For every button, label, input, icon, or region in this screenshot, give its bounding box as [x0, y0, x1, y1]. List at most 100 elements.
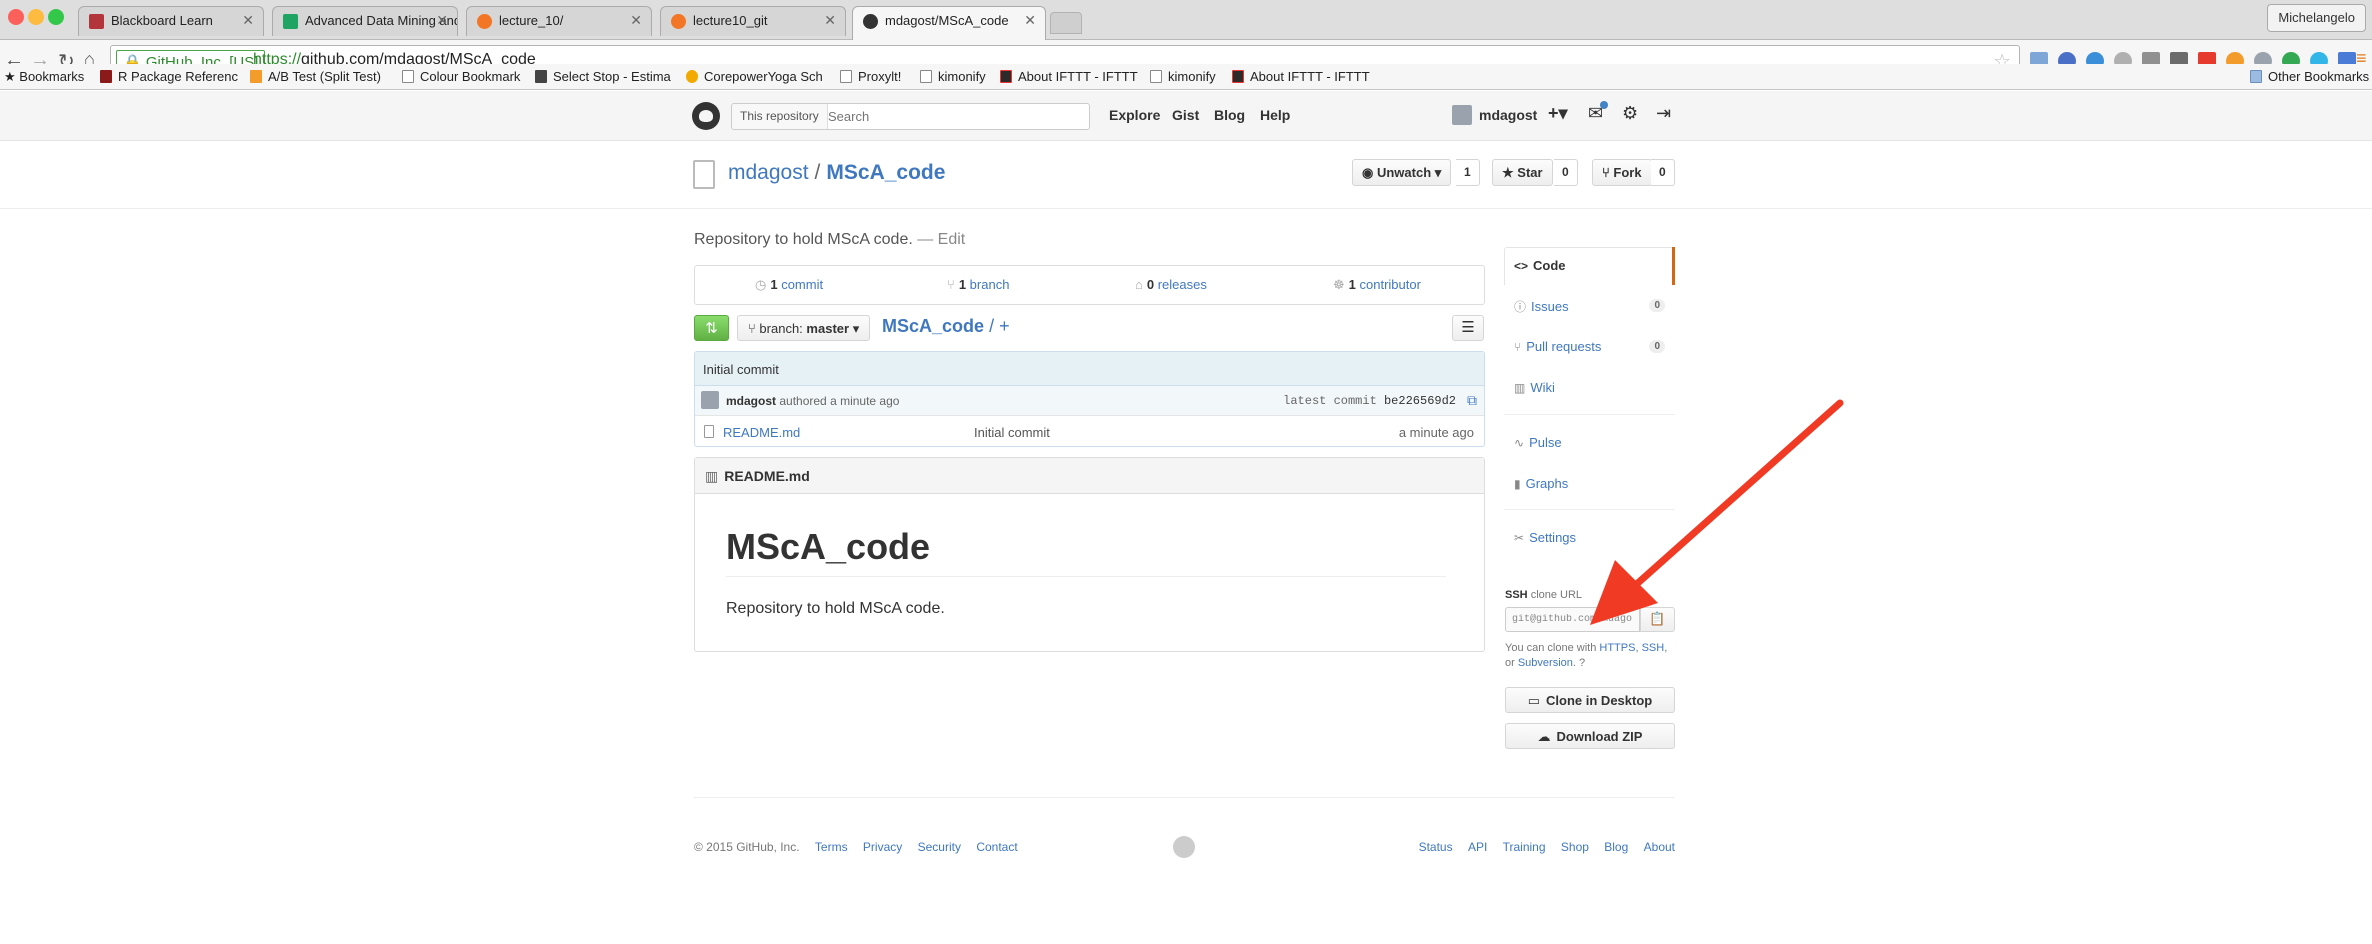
sidebar-item-issues[interactable]: ⓘ Issues 0	[1504, 287, 1675, 325]
bookmark-item[interactable]: R Package Referenc	[100, 69, 238, 84]
compare-button[interactable]: ⇅	[694, 315, 729, 341]
close-window-button[interactable]	[8, 9, 24, 25]
plus-icon[interactable]: +▾	[1548, 103, 1568, 124]
notifications-icon[interactable]: ✉	[1588, 101, 1608, 124]
footer-link-about[interactable]: About	[1644, 840, 1675, 854]
download-zip-button[interactable]: ☁ Download ZIP	[1505, 723, 1675, 749]
pull-request-icon: ⑂	[1514, 340, 1522, 354]
toggle-list-button[interactable]: ☰	[1452, 315, 1484, 341]
bookmark-item[interactable]: ★ Bookmarks	[4, 69, 84, 85]
star-button[interactable]: ★ Star	[1492, 159, 1553, 186]
browser-tab[interactable]: Blackboard Learn ✕	[78, 6, 264, 36]
search-box[interactable]: This repository	[731, 103, 1090, 130]
commits-link[interactable]: ◷ 1 commit	[755, 277, 823, 293]
profile-button[interactable]: Michelangelo	[2267, 4, 2366, 32]
footer-link-shop[interactable]: Shop	[1561, 840, 1589, 854]
branch-select-button[interactable]: ⑂ branch: master ▾	[737, 315, 871, 341]
commit-author-name[interactable]: mdagost	[726, 394, 776, 408]
fork-button[interactable]: ⑂ Fork	[1592, 159, 1652, 186]
bookmark-label: About IFTTT - IFTTT	[1018, 69, 1138, 84]
commit-sha-link[interactable]: be226569d2	[1384, 394, 1456, 408]
bookmark-item[interactable]: Colour Bookmark	[402, 69, 520, 84]
bookmark-item[interactable]: Proxylt!	[840, 69, 901, 84]
commit-title[interactable]: Initial commit	[695, 352, 1484, 386]
clone-help-text: You can clone with HTTPS, SSH, or Subver…	[1505, 642, 1668, 669]
clone-in-desktop-button[interactable]: ▭ Clone in Desktop	[1505, 687, 1675, 713]
nav-gist[interactable]: Gist	[1172, 107, 1199, 123]
settings-icon[interactable]: ⚙	[1622, 103, 1638, 124]
footer-link-privacy[interactable]: Privacy	[863, 840, 902, 854]
close-tab-icon[interactable]: ✕	[242, 12, 254, 29]
releases-link[interactable]: ⌂ 0 releases	[1135, 277, 1207, 292]
bookmark-item[interactable]: Select Stop - Estima	[535, 69, 671, 84]
github-mark-icon[interactable]	[1173, 836, 1195, 858]
footer-link-contact[interactable]: Contact	[976, 840, 1017, 854]
footer-link-status[interactable]: Status	[1419, 840, 1453, 854]
github-logo-icon[interactable]	[692, 102, 720, 130]
new-file-link[interactable]: +	[999, 316, 1010, 336]
folder-icon	[2250, 70, 2262, 83]
footer-link-training[interactable]: Training	[1503, 840, 1546, 854]
help-icon[interactable]: ?	[1579, 657, 1585, 669]
file-commit-message[interactable]: Initial commit	[974, 425, 1050, 440]
bookmark-item[interactable]: About IFTTT - IFTTT	[1232, 69, 1370, 84]
close-tab-icon[interactable]: ✕	[436, 12, 448, 29]
forks-count[interactable]: 0	[1651, 159, 1675, 186]
unwatch-button[interactable]: ◉ Unwatch ▾	[1352, 159, 1452, 186]
sidebar-item-code[interactable]: <> Code	[1504, 247, 1675, 285]
sidebar-item-pull-requests[interactable]: ⑂ Pull requests 0	[1504, 328, 1675, 366]
bookmark-item[interactable]: kimonify	[1150, 69, 1216, 84]
stargazers-count[interactable]: 0	[1554, 159, 1578, 186]
repo-owner-link[interactable]: mdagost	[728, 161, 809, 184]
footer-link-terms[interactable]: Terms	[815, 840, 848, 854]
avatar[interactable]	[1452, 105, 1472, 125]
edit-description-link[interactable]: — Edit	[917, 231, 965, 248]
zoom-window-button[interactable]	[48, 9, 64, 25]
clone-protocol: SSH	[1505, 589, 1528, 601]
browser-tab[interactable]: Advanced Data Mining and ✕	[272, 6, 458, 36]
branches-link[interactable]: ⑂ 1 branch	[947, 277, 1009, 292]
other-bookmarks[interactable]: Other Bookmarks	[2250, 69, 2369, 84]
footer-link-security[interactable]: Security	[918, 840, 961, 854]
new-tab-button[interactable]	[1050, 12, 1082, 34]
bookmark-item[interactable]: CorepowerYoga Sch	[686, 69, 823, 84]
nav-explore[interactable]: Explore	[1109, 107, 1160, 123]
minimize-window-button[interactable]	[28, 9, 44, 25]
clipboard-icon[interactable]: ⧉	[1467, 392, 1477, 409]
contributors-link[interactable]: ☸ 1 contributor	[1333, 277, 1421, 293]
user-profile-link[interactable]: mdagost	[1479, 107, 1537, 123]
bookmark-favicon-icon	[686, 70, 698, 83]
nav-help[interactable]: Help	[1260, 107, 1290, 123]
clone-ssh-link[interactable]: SSH	[1642, 642, 1665, 654]
browser-tab[interactable]: lecture10_git ✕	[660, 6, 846, 36]
search-input[interactable]	[828, 106, 1078, 127]
browser-tab[interactable]: lecture_10/ ✕	[466, 6, 652, 36]
tab-label: mdagost/MScA_code	[885, 13, 1009, 28]
browser-tab-active[interactable]: mdagost/MScA_code ✕	[852, 6, 1046, 40]
bookmark-favicon-icon	[1232, 70, 1244, 83]
footer-link-blog[interactable]: Blog	[1604, 840, 1628, 854]
footer-link-api[interactable]: API	[1468, 840, 1487, 854]
bookmark-item[interactable]: About IFTTT - IFTTT	[1000, 69, 1138, 84]
branch-prefix: branch:	[759, 321, 803, 336]
close-tab-icon[interactable]: ✕	[630, 12, 642, 29]
file-name-link[interactable]: README.md	[723, 425, 800, 440]
watchers-count[interactable]: 1	[1456, 159, 1480, 186]
close-tab-icon[interactable]: ✕	[1024, 12, 1036, 29]
code-icon: <>	[1514, 259, 1529, 273]
repo-name-link[interactable]: MScA_code	[826, 161, 945, 184]
sign-out-icon[interactable]: ⇥	[1656, 103, 1671, 124]
nav-blog[interactable]: Blog	[1214, 107, 1245, 123]
clone-help-prefix: You can clone with	[1505, 642, 1597, 654]
unread-dot	[1600, 101, 1608, 109]
bookmark-item[interactable]: A/B Test (Split Test)	[250, 69, 381, 84]
clone-subversion-link[interactable]: Subversion	[1518, 657, 1573, 669]
breadcrumb-repo-link[interactable]: MScA_code	[882, 316, 984, 336]
branch-icon: ⑂	[748, 321, 760, 336]
close-tab-icon[interactable]: ✕	[824, 12, 836, 29]
bookmark-label: kimonify	[938, 69, 986, 84]
clone-https-link[interactable]: HTTPS	[1599, 642, 1635, 654]
description-text: Repository to hold MScA code.	[694, 231, 913, 248]
avatar[interactable]	[701, 391, 719, 409]
bookmark-item[interactable]: kimonify	[920, 69, 986, 84]
